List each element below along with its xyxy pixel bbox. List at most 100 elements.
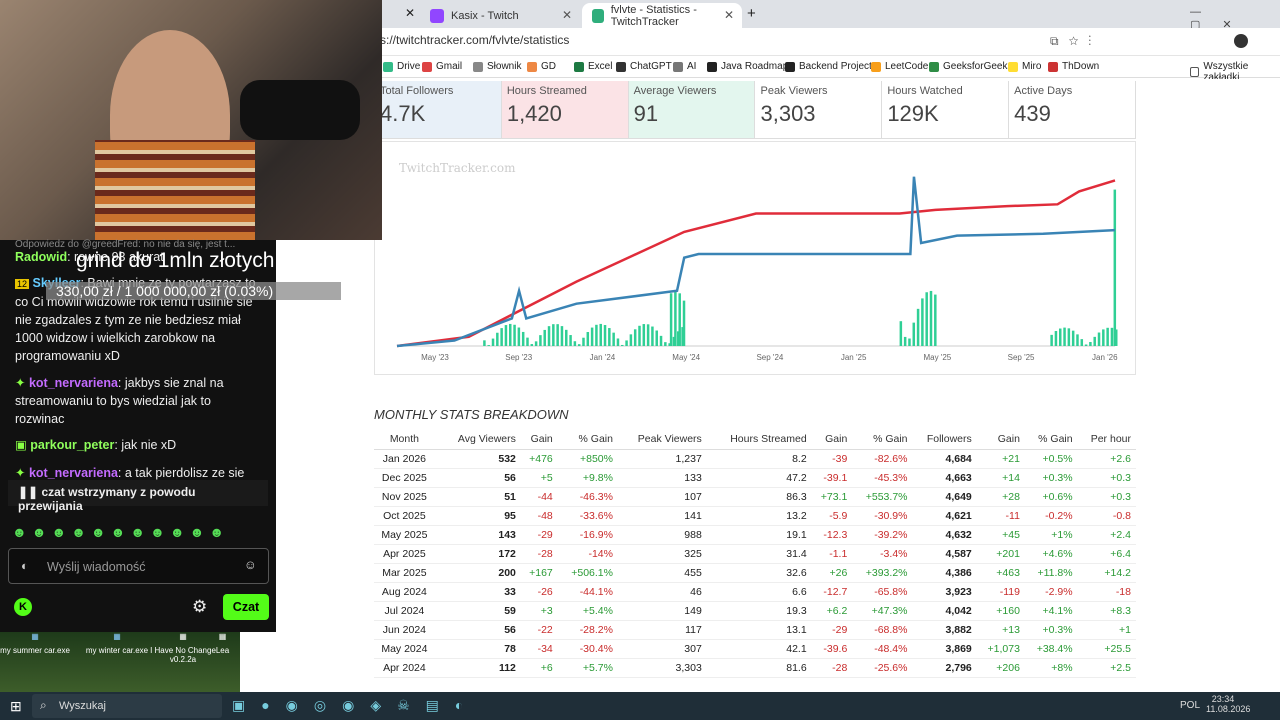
bookmark-gd[interactable]: GD	[527, 61, 556, 72]
table-cell: 107	[617, 487, 707, 507]
column-header[interactable]: % Gain	[852, 432, 913, 450]
viewer-bar	[912, 322, 916, 346]
table-cell: -39.2%	[852, 525, 913, 545]
chat-send-button[interactable]: Czat	[223, 594, 269, 620]
column-header[interactable]: Avg Viewers	[439, 432, 521, 450]
table-cell: 4,649	[912, 487, 977, 507]
series-line-1	[396, 176, 1116, 348]
breakdown-title: MONTHLY STATS BREAKDOWN	[374, 407, 569, 422]
table-cell: -14%	[557, 544, 618, 564]
taskbar-search[interactable]: ⌕ Wyszukaj	[32, 694, 222, 718]
close-tab-icon[interactable]: ✕	[405, 6, 415, 20]
table-cell: 117	[617, 620, 707, 640]
viewer-bar	[491, 338, 495, 346]
avatar[interactable]	[1234, 34, 1248, 48]
table-cell: 143	[439, 525, 521, 545]
table-cell: May 2024	[374, 639, 440, 659]
table-cell: -16.9%	[557, 525, 618, 545]
column-header[interactable]: % Gain	[557, 432, 618, 450]
table-row: Jul 2024 59 +3 +5.4% 149 19.3 +6.2 +47.3% 4,042 +…	[374, 601, 1136, 621]
bookmark-ai[interactable]: AI	[673, 61, 696, 72]
column-header[interactable]: Gain	[976, 432, 1025, 450]
viewer-bar	[534, 341, 538, 346]
column-header[interactable]: Gain	[520, 432, 558, 450]
table-cell: -12.3	[811, 525, 853, 545]
emote-row[interactable]: ☻☻☻☻☻☻☻☻☻☻☻	[12, 524, 229, 540]
column-header[interactable]: Peak Viewers	[617, 432, 707, 450]
column-header[interactable]: Hours Streamed	[706, 432, 812, 450]
bookmark-backend-projects[interactable]: Backend Projects	[785, 61, 877, 72]
close-tab-icon[interactable]: ✕	[724, 8, 734, 22]
stat-label: Total Followers	[380, 85, 454, 97]
table-cell: 33	[439, 582, 521, 602]
bookmark-leetcode[interactable]: LeetCode	[871, 61, 928, 72]
stat-card: Average Viewers 91	[628, 81, 756, 138]
table-cell: -39.6	[811, 639, 853, 659]
table-cell: Nov 2025	[374, 487, 440, 507]
viewer-bar	[651, 326, 654, 346]
x-tick-label: May '24	[672, 353, 700, 362]
bookmark-excel[interactable]: Excel	[574, 61, 612, 72]
bookmark-geeksforgeeks[interactable]: GeeksforGeeks	[929, 61, 1012, 72]
settings-gear-icon[interactable]: ⚙	[192, 597, 207, 617]
table-cell: +6	[520, 658, 558, 678]
column-header[interactable]: Gain	[811, 432, 853, 450]
viewer-bar	[655, 330, 658, 346]
desktop-icon[interactable]: ▦ my summer car.exe	[0, 632, 70, 655]
column-header[interactable]: Followers	[912, 432, 977, 450]
viewer-bar	[590, 327, 594, 346]
desktop-icon[interactable]: ▦ Lea	[205, 632, 240, 655]
table-row: May 2024 78 -34 -30.4% 307 42.1 -39.6 -48.4% 3,8…	[374, 639, 1136, 659]
bookmark-slownik[interactable]: Słownik	[473, 61, 521, 72]
bookmark-miro[interactable]: Miro	[1008, 61, 1041, 72]
bookmark-chatgpt[interactable]: ChatGPT	[616, 61, 672, 72]
bookmark-drive[interactable]: Drive	[383, 61, 420, 72]
bookmark-java-roadmap[interactable]: Java Roadmap	[707, 61, 788, 72]
new-tab-button[interactable]: +	[747, 5, 756, 22]
chat-input[interactable]: ◐ Wyślij wiadomość ☺	[8, 548, 269, 584]
close-tab-icon[interactable]: ✕	[562, 8, 572, 22]
goal-progress-text: 330,00 zł / 1 000 000,00 zł (0.03%)	[56, 283, 274, 299]
column-header[interactable]: % Gain	[1024, 432, 1078, 450]
chat-paused-banner[interactable]: ❚❚ czat wstrzymany z powodu przewijania	[8, 480, 268, 513]
tab-kasix[interactable]: Kasix - Twitch ✕	[420, 3, 580, 28]
table-cell: 307	[617, 639, 707, 659]
viewer-bar	[586, 332, 590, 346]
viewer-bar	[642, 324, 646, 346]
viewer-bar	[916, 308, 920, 346]
column-header[interactable]: Per hour	[1077, 432, 1136, 450]
viewer-bar	[539, 335, 542, 346]
column-header[interactable]: Month	[374, 432, 440, 450]
table-cell: 455	[617, 563, 707, 583]
table-cell: +4.6%	[1024, 544, 1078, 564]
table-cell: -33.6%	[557, 506, 618, 526]
table-cell: -11	[976, 506, 1025, 526]
stat-value: 129K	[887, 101, 939, 126]
viewer-bar	[674, 290, 677, 346]
url-text[interactable]: s://twitchtracker.com/fvlvte/statistics	[380, 33, 569, 47]
bookmark-gmail[interactable]: Gmail	[422, 61, 462, 72]
table-cell: +206	[976, 658, 1025, 678]
tab-twitchtracker[interactable]: fvlvte - Statistics - TwitchTracker ✕	[582, 3, 742, 28]
viewer-bar	[1093, 336, 1096, 346]
desktop-icon[interactable]: ▦ my winter car.exe	[82, 632, 152, 655]
stat-card: Total Followers 4.7K	[375, 81, 502, 138]
taskbar-apps[interactable]: ▣●◉◎◉◈☠▤◐	[232, 697, 479, 714]
emoji-icon[interactable]: ☺	[244, 558, 257, 572]
stat-label: Hours Watched	[887, 85, 963, 97]
viewer-bar	[547, 326, 551, 346]
table-cell: Jul 2024	[374, 601, 440, 621]
table-cell: Aug 2024	[374, 582, 440, 602]
table-cell: 3,923	[912, 582, 977, 602]
clock[interactable]: 23:34 11.08.2026	[1206, 694, 1250, 714]
table-cell: +5	[520, 468, 558, 488]
language-indicator[interactable]: POL	[1180, 700, 1200, 711]
table-cell: +2.6	[1077, 449, 1136, 469]
table-cell: Jan 2026	[374, 449, 440, 469]
badge-icon: ✦	[15, 376, 26, 390]
table-cell: -2.9%	[1024, 582, 1078, 602]
windows-start-icon[interactable]: ⊞	[10, 698, 22, 715]
table-cell: 325	[617, 544, 707, 564]
bookmark-thdown[interactable]: ThDown	[1048, 61, 1099, 72]
toolbar-icons[interactable]: ⧉☆⋮	[1050, 34, 1101, 49]
